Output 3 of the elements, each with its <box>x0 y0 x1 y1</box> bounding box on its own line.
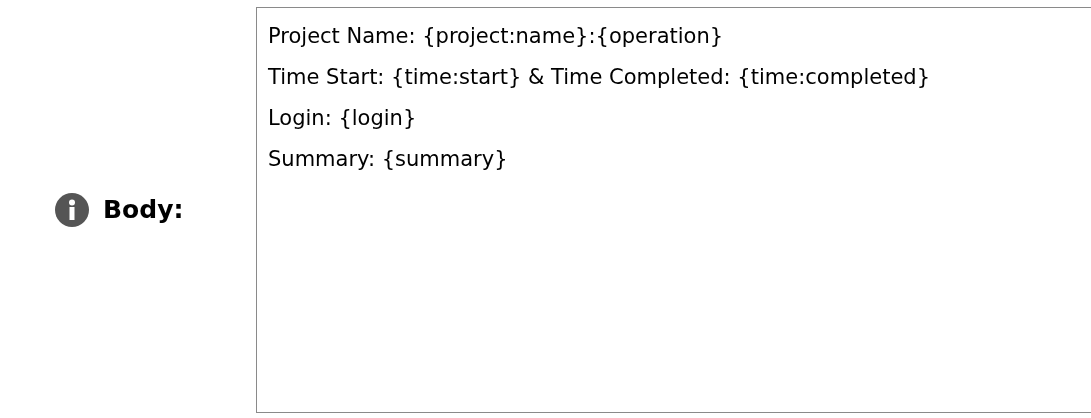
field-label: Body: <box>103 195 184 224</box>
info-icon <box>55 192 89 227</box>
body-field[interactable]: Project Name: {project:name}:{operation} Time Start: {time:start} & Time Completed: {time:completed} Login: {login} Summary: {summary} <box>256 7 1091 413</box>
